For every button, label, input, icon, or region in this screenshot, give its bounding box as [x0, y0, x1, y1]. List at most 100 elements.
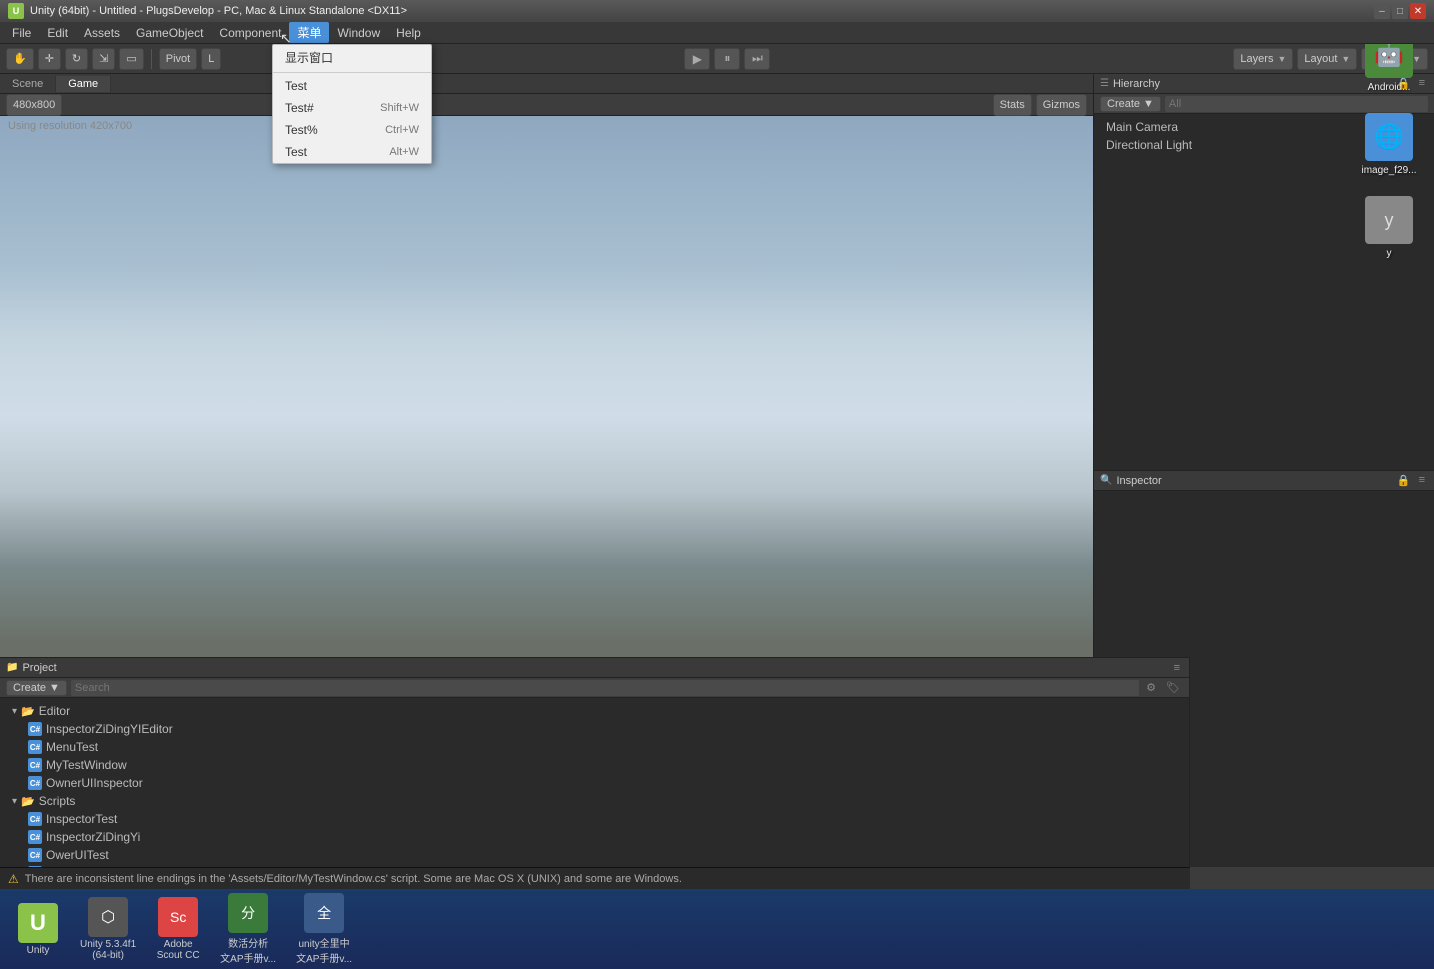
project-file-2[interactable]: C# MenuTest [8, 738, 1181, 756]
taskbar-item-adobe[interactable]: Sc AdobeScout CC [148, 893, 208, 965]
editor-folder-arrow: ▾ [12, 706, 17, 717]
taskbar-analyse-icon: 分 [228, 893, 268, 933]
maximize-button[interactable]: □ [1392, 3, 1408, 19]
project-filter2[interactable]: 🏷 [1163, 680, 1183, 695]
project-header: 📁 Project ≡ [0, 658, 1189, 678]
pause-button[interactable]: ⏸ [714, 48, 740, 70]
minimize-button[interactable]: – [1374, 3, 1390, 19]
menu-help[interactable]: Help [388, 24, 429, 42]
status-text: There are inconsistent line endings in t… [25, 873, 682, 885]
project-file-5[interactable]: C# InspectorTest [8, 810, 1181, 828]
resolution-selector[interactable]: 480x800 [6, 94, 62, 116]
pivot-button[interactable]: Pivot [159, 48, 197, 70]
close-button[interactable]: ✕ [1410, 3, 1426, 19]
image-icon: 🌐 [1365, 113, 1413, 161]
inspector-icon: 🔍 [1100, 475, 1112, 486]
dropdown-item-test-alt[interactable]: Test Alt+W [273, 141, 431, 163]
dropdown-item-test-hash[interactable]: Test# Shift+W [273, 97, 431, 119]
dropdown-item-test-percent[interactable]: Test% Ctrl+W [273, 119, 431, 141]
step-button[interactable]: ⏭ [744, 48, 770, 70]
move-tool[interactable]: ✛ [38, 48, 61, 70]
project-create-button[interactable]: Create ▼ [6, 680, 67, 696]
taskbar-item-unity-cn[interactable]: 全 unity全里中文AP手册v... [288, 889, 360, 969]
taskbar-adobe-icon: Sc [158, 897, 198, 937]
scripts-folder-arrow: ▾ [12, 796, 17, 807]
project-file-7[interactable]: C# OwerUITest [8, 846, 1181, 864]
desktop-icon-image[interactable]: 🌐 image_f29... [1354, 113, 1424, 176]
project-file-1[interactable]: C# InspectorZiDingYIEditor [8, 720, 1181, 738]
menu-assets[interactable]: Assets [76, 24, 128, 42]
project-folder-scripts[interactable]: ▾ 📂 Scripts [8, 792, 1181, 810]
dropdown-item-show-window[interactable]: 显示窗口 [273, 45, 431, 70]
scripts-folder-name: Scripts [39, 794, 76, 808]
image-icon-label: image_f29... [1361, 165, 1416, 176]
menu-bar: File Edit Assets GameObject Component 菜单… [0, 22, 1434, 44]
project-folder-editor[interactable]: ▾ 📂 Editor [8, 702, 1181, 720]
project-title: Project [22, 662, 56, 674]
layers-dropdown-arrow: ▼ [1277, 54, 1286, 64]
taskbar-unity-icon: U [18, 903, 58, 943]
hierarchy-title: Hierarchy [1113, 78, 1160, 90]
window-controls: – □ ✕ [1374, 3, 1426, 19]
project-search[interactable] [71, 680, 1139, 696]
rect-tool[interactable]: ▭ [119, 48, 143, 70]
android-icon-label: Android... [1368, 82, 1411, 93]
project-file-4[interactable]: C# OwnerUIInspector [8, 774, 1181, 792]
taskbar: U Unity ⬡ Unity 5.3.4f1(64-bit) Sc Adobe… [0, 889, 1434, 969]
taskbar-item-unity[interactable]: U Unity [8, 899, 68, 960]
menu-gameobject[interactable]: GameObject [128, 24, 211, 42]
menu-edit[interactable]: Edit [39, 24, 76, 42]
project-content: ▾ 📂 Editor C# InspectorZiDingYIEditor C#… [0, 698, 1189, 867]
scene-tab[interactable]: Scene [0, 76, 56, 92]
menu-file[interactable]: File [4, 24, 39, 42]
layout-dropdown[interactable]: Layout ▼ [1297, 48, 1357, 70]
status-bar: ⚠ There are inconsistent line endings in… [0, 867, 1190, 889]
rotate-tool[interactable]: ↻ [65, 48, 88, 70]
local-button[interactable]: L [201, 48, 221, 70]
project-panel: 📁 Project ≡ Create ▼ ⚙ 🏷 ▾ 📂 Editor C# I [0, 658, 1190, 867]
separator-1 [151, 49, 152, 69]
dropdown-menu: 显示窗口 Test Test# Shift+W Test% Ctrl+W Tes… [272, 44, 432, 164]
resolution-text: Using resolution 420x700 [8, 120, 132, 132]
taskbar-unity-cn-label: unity全里中文AP手册v... [296, 935, 352, 965]
script-icon-4: C# [28, 776, 42, 790]
play-button[interactable]: ▶ [684, 48, 710, 70]
taskbar-unity-label: Unity [27, 945, 50, 956]
menu-component[interactable]: Component [211, 24, 289, 42]
desktop-icon-y[interactable]: y y [1354, 196, 1424, 259]
y-icon: y [1365, 196, 1413, 244]
game-tab[interactable]: Game [56, 76, 111, 92]
taskbar-item-unity64[interactable]: ⬡ Unity 5.3.4f1(64-bit) [72, 893, 144, 965]
hierarchy-create-button[interactable]: Create ▼ [1100, 96, 1161, 112]
dropdown-item-test-hash-shortcut: Shift+W [380, 102, 419, 114]
project-file-3[interactable]: C# MyTestWindow [8, 756, 1181, 774]
dropdown-item-test1[interactable]: Test [273, 75, 431, 97]
bottom-area: 📁 Project ≡ Create ▼ ⚙ 🏷 ▾ 📂 Editor C# I [0, 657, 1190, 867]
app-icon: U [8, 3, 24, 19]
script-icon-6: C# [28, 830, 42, 844]
layers-dropdown[interactable]: Layers ▼ [1233, 48, 1293, 70]
hand-tool[interactable]: ✋ [6, 48, 34, 70]
scale-tool[interactable]: ⇲ [92, 48, 115, 70]
gizmos-button[interactable]: Gizmos [1036, 94, 1087, 116]
project-filter1[interactable]: ⚙ [1143, 680, 1159, 695]
inspector-title: Inspector [1116, 475, 1161, 487]
scripts-folder-icon: 📂 [21, 795, 35, 808]
script-icon-2: C# [28, 740, 42, 754]
editor-folder-icon: 📂 [21, 705, 35, 718]
inspector-menu[interactable]: ≡ [1416, 473, 1428, 488]
desktop-icons-area: 🤖 Android... 🌐 image_f29... y y [1354, 30, 1424, 259]
inspector-lock[interactable]: 🔒 [1394, 473, 1414, 488]
dropdown-item-test-alt-shortcut: Alt+W [389, 146, 419, 158]
window-title: Unity (64bit) - Untitled - PlugsDevelop … [30, 5, 1374, 17]
project-file-6[interactable]: C# InspectorZiDingYi [8, 828, 1181, 846]
taskbar-item-analyse[interactable]: 分 数活分析文AP手册v... [212, 889, 284, 969]
script-icon-5: C# [28, 812, 42, 826]
project-menu[interactable]: ≡ [1171, 661, 1183, 675]
script-icon-7: C# [28, 848, 42, 862]
menu-window[interactable]: Window [329, 24, 388, 42]
menu-custom[interactable]: 菜单 [289, 22, 329, 43]
layout-dropdown-arrow: ▼ [1341, 54, 1350, 64]
stats-button[interactable]: Stats [993, 94, 1032, 116]
dropdown-separator [273, 72, 431, 73]
